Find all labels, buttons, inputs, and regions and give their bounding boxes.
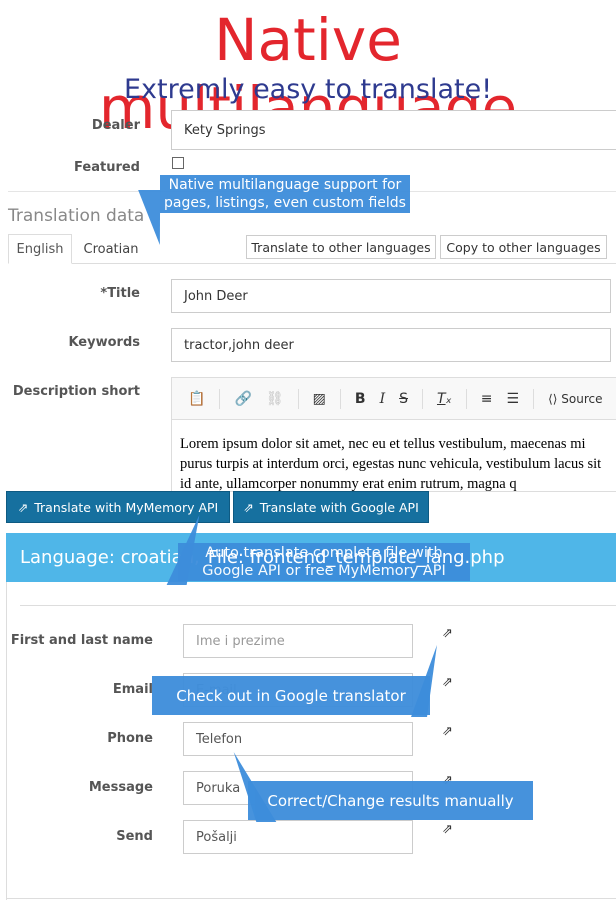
translation-input[interactable]: Pošalji	[183, 820, 413, 854]
google-translate-link-icon[interactable]: ⇗	[442, 822, 453, 837]
panel-border-bottom	[6, 898, 616, 899]
title-label: *Title	[100, 286, 140, 301]
source-button[interactable]: ⟨⟩ Source	[548, 392, 602, 406]
callout-google-translator: Check out in Google translator	[152, 676, 430, 715]
strike-icon[interactable]: S	[399, 391, 408, 407]
callout-manual-correct: Correct/Change results manually	[248, 781, 533, 820]
numbered-list-icon[interactable]: ≡	[481, 391, 493, 407]
google-translate-link-icon[interactable]: ⇗	[442, 724, 453, 739]
google-translate-link-icon[interactable]: ⇗	[442, 626, 453, 641]
remove-format-icon[interactable]: Tₓ	[437, 391, 452, 407]
link-icon[interactable]: 🔗	[234, 391, 251, 407]
translation-heading: Translation data	[8, 206, 145, 226]
translate-google-button[interactable]: ⇗ Translate with Google API	[233, 491, 429, 523]
panel-border	[6, 582, 7, 900]
italic-icon[interactable]: I	[380, 391, 386, 407]
bold-icon[interactable]: B	[355, 391, 366, 407]
field-label: Email	[112, 682, 153, 697]
unlink-icon[interactable]: ⛓	[266, 391, 284, 407]
bullet-list-icon[interactable]: ☰	[507, 391, 520, 407]
featured-checkbox[interactable]	[172, 157, 184, 169]
panel-divider	[20, 605, 616, 606]
field-label: Message	[88, 780, 153, 795]
translation-input[interactable]: Telefon	[183, 722, 413, 756]
copy-languages-button[interactable]: Copy to other languages	[440, 235, 607, 259]
dealer-input[interactable]: Kety Springs	[171, 110, 616, 150]
external-link-icon: ⇗	[243, 499, 254, 515]
field-label: First and last name	[10, 633, 153, 648]
keywords-input[interactable]: tractor,john deer	[171, 328, 611, 362]
file-label: File: frontend_template_lang.php	[207, 547, 505, 568]
external-link-icon: ⇗	[17, 499, 29, 515]
description-label: Description short	[12, 384, 140, 399]
tab-english[interactable]: English	[8, 234, 72, 264]
dealer-label: Dealer	[91, 118, 140, 133]
keywords-label: Keywords	[68, 335, 140, 350]
editor-content[interactable]: Lorem ipsum dolor sit amet, nec eu et te…	[172, 420, 616, 491]
title-input[interactable]: John Deer	[171, 279, 611, 313]
image-icon[interactable]: ▨	[313, 391, 326, 407]
rich-text-editor[interactable]: 📋 🔗 ⛓ ▨ BIS Tₓ ≡ ☰ ⟨⟩ Source Lorem ipsum d…	[171, 377, 616, 492]
translate-languages-button[interactable]: Translate to other languages	[246, 235, 436, 259]
promo-subtitle: Extremly easy to translate!	[123, 74, 493, 105]
translation-input[interactable]: Ime i prezime	[183, 624, 413, 658]
tab-croatian[interactable]: Croatian	[76, 234, 146, 264]
callout-multilanguage: Native multilanguage support for pages, …	[160, 175, 410, 213]
editor-toolbar: 📋 🔗 ⛓ ▨ BIS Tₓ ≡ ☰ ⟨⟩ Source	[172, 378, 616, 420]
field-label: Send	[116, 829, 153, 844]
featured-label: Featured	[74, 160, 140, 175]
google-translate-link-icon[interactable]: ⇗	[442, 675, 453, 690]
field-label: Phone	[107, 731, 153, 746]
paste-word-icon[interactable]: 📋	[188, 391, 205, 407]
